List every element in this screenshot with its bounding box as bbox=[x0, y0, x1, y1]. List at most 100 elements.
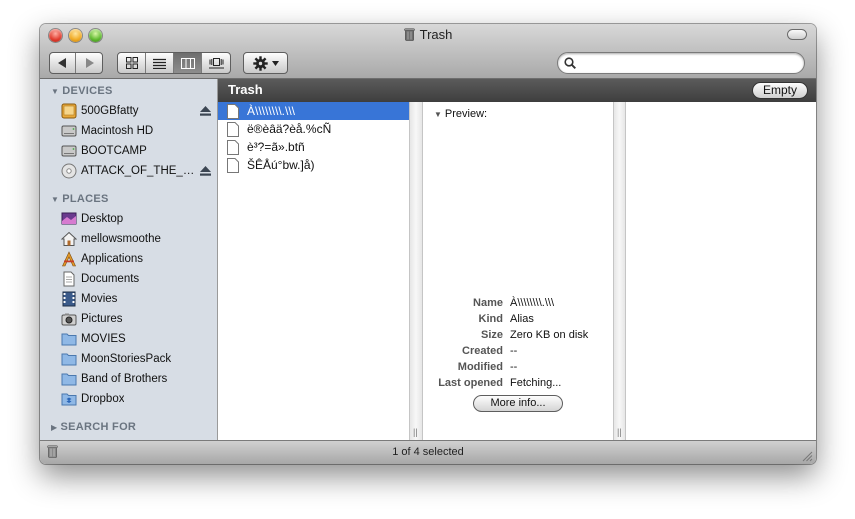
list-item[interactable]: è³?=ã».btñ bbox=[218, 138, 409, 156]
folder-title: Trash bbox=[228, 82, 263, 97]
sidebar-item-label: BOOTCAMP bbox=[81, 145, 147, 157]
sidebar-item-bootcamp[interactable]: BOOTCAMP bbox=[40, 141, 217, 161]
empty-trash-button[interactable]: Empty bbox=[752, 82, 808, 99]
sidebar-item-500gbfatty[interactable]: 500GBfatty bbox=[40, 101, 217, 121]
search-input[interactable] bbox=[580, 55, 795, 71]
action-menu-button[interactable] bbox=[243, 52, 288, 74]
info-row-modified: Modified -- bbox=[423, 361, 613, 377]
info-key: Size bbox=[480, 329, 503, 341]
places-header-label: PLACES bbox=[62, 193, 109, 205]
list-view-button[interactable] bbox=[146, 53, 174, 73]
places-header[interactable]: ▼ PLACES bbox=[40, 189, 217, 209]
column-view-button[interactable] bbox=[174, 53, 202, 73]
sidebar-item-pictures[interactable]: Pictures bbox=[40, 309, 217, 329]
info-row-name: Name À\\\\\\\\.\\\ bbox=[423, 297, 613, 313]
info-key: Last opened bbox=[438, 377, 503, 389]
selection-status: 1 of 4 selected bbox=[392, 446, 464, 458]
sidebar-item-label: Dropbox bbox=[81, 393, 125, 405]
sidebar-item-label: 500GBfatty bbox=[81, 105, 139, 117]
forward-button[interactable] bbox=[76, 53, 102, 73]
column-resize-handle[interactable]: || bbox=[410, 102, 423, 440]
cover-flow-icon bbox=[208, 57, 224, 68]
back-button[interactable] bbox=[50, 53, 76, 73]
column-grip-icon[interactable]: || bbox=[413, 427, 418, 437]
sidebar-item-attack-of-the-c[interactable]: ATTACK_OF_THE_C... bbox=[40, 161, 217, 181]
list-item[interactable]: ŠÊÅú°bw.]å) bbox=[218, 156, 409, 174]
status-bar: 1 of 4 selected bbox=[40, 440, 816, 464]
forward-arrow-icon bbox=[85, 58, 94, 68]
optical-disc-icon bbox=[61, 163, 77, 179]
view-switcher bbox=[117, 52, 231, 74]
more-info-button[interactable]: More info... bbox=[473, 395, 563, 412]
eject-icon[interactable] bbox=[200, 106, 211, 116]
sidebar-item-band-of-brothers[interactable]: Band of Brothers bbox=[40, 369, 217, 389]
info-key: Kind bbox=[478, 313, 503, 325]
sidebar-item-moonstoriespack[interactable]: MoonStoriesPack bbox=[40, 349, 217, 369]
pictures-icon bbox=[61, 313, 77, 326]
dropbox-folder-icon bbox=[61, 393, 77, 406]
list-view-icon bbox=[153, 58, 166, 69]
file-name: ë®èâä?èå.%cÑ bbox=[247, 122, 332, 136]
sidebar-item-label: mellowsmoothe bbox=[81, 233, 161, 245]
sidebar-item-label: Applications bbox=[81, 253, 144, 265]
folder-icon bbox=[61, 373, 77, 386]
folder-icon bbox=[61, 333, 77, 346]
cover-flow-button[interactable] bbox=[202, 53, 230, 73]
sidebar-item-macintosh-hd[interactable]: Macintosh HD bbox=[40, 121, 217, 141]
sidebar-item-label: Desktop bbox=[81, 213, 124, 225]
sidebar-item-desktop[interactable]: Desktop bbox=[40, 209, 217, 229]
sidebar-item-label: Band of Brothers bbox=[81, 373, 168, 385]
disclosure-triangle-icon: ▶ bbox=[51, 422, 58, 432]
sidebar-item-label: MOVIES bbox=[81, 333, 126, 345]
file-name: À\\\\\\\\.\\\ bbox=[247, 104, 296, 118]
finder-window: Trash ▼ DEVICES 500GBfatty Macintosh HD … bbox=[40, 24, 816, 464]
info-key: Modified bbox=[457, 361, 503, 373]
sidebar-item-documents[interactable]: Documents bbox=[40, 269, 217, 289]
sidebar-item-applications[interactable]: Applications bbox=[40, 249, 217, 269]
info-row-created: Created -- bbox=[423, 345, 613, 361]
info-value: Fetching... bbox=[510, 377, 562, 389]
toolbar: Trash bbox=[40, 24, 816, 79]
sidebar-item-label: Movies bbox=[81, 293, 118, 305]
sidebar-item-movies-folder[interactable]: MOVIES bbox=[40, 329, 217, 349]
sidebar-item-movies[interactable]: Movies bbox=[40, 289, 217, 309]
back-arrow-icon bbox=[58, 58, 66, 68]
resize-grip-icon[interactable] bbox=[801, 450, 813, 462]
toolbar-toggle-button[interactable] bbox=[787, 29, 807, 40]
sidebar-item-mellowsmoothe[interactable]: mellowsmoothe bbox=[40, 229, 217, 249]
preview-label: Preview: bbox=[444, 108, 488, 120]
info-value: Zero KB on disk bbox=[510, 329, 589, 341]
sidebar-item-dropbox[interactable]: Dropbox bbox=[40, 389, 217, 409]
window-title-bar: Trash bbox=[40, 27, 816, 42]
window-title: Trash bbox=[419, 27, 453, 42]
desktop-icon bbox=[61, 212, 77, 225]
file-name: ŠÊÅú°bw.]å) bbox=[247, 158, 315, 172]
disclosure-triangle-icon: ▼ bbox=[51, 86, 60, 96]
file-icon bbox=[227, 121, 239, 137]
column-resize-handle[interactable]: || bbox=[613, 102, 626, 440]
search-field[interactable] bbox=[557, 52, 805, 74]
eject-icon[interactable] bbox=[200, 166, 211, 176]
list-item[interactable]: ë®èâä?èå.%cÑ bbox=[218, 120, 409, 138]
column-view-icon bbox=[180, 57, 195, 69]
file-icon bbox=[227, 157, 239, 173]
sidebar-item-label: ATTACK_OF_THE_C... bbox=[81, 165, 199, 177]
disclosure-triangle-icon: ▼ bbox=[434, 110, 442, 119]
devices-header[interactable]: ▼ DEVICES bbox=[40, 81, 217, 101]
sidebar-item-label: Pictures bbox=[81, 313, 123, 325]
preview-toggle[interactable]: ▼ Preview: bbox=[434, 108, 487, 120]
home-icon bbox=[61, 231, 77, 246]
search-for-header[interactable]: ▶ SEARCH FOR bbox=[40, 417, 217, 437]
info-row-size: Size Zero KB on disk bbox=[423, 329, 613, 345]
file-name: è³?=ã».btñ bbox=[247, 140, 305, 154]
search-icon bbox=[564, 57, 576, 69]
sidebar-item-label: MoonStoriesPack bbox=[81, 353, 172, 365]
list-item[interactable]: À\\\\\\\\.\\\ bbox=[218, 102, 409, 120]
column-grip-icon[interactable]: || bbox=[617, 427, 622, 437]
chevron-down-icon bbox=[271, 60, 279, 66]
sidebar-item-label: Macintosh HD bbox=[81, 125, 154, 137]
search-for-header-label: SEARCH FOR bbox=[60, 421, 137, 433]
trash-icon bbox=[403, 28, 415, 41]
internal-drive-icon bbox=[61, 125, 77, 137]
icon-view-button[interactable] bbox=[118, 53, 146, 73]
